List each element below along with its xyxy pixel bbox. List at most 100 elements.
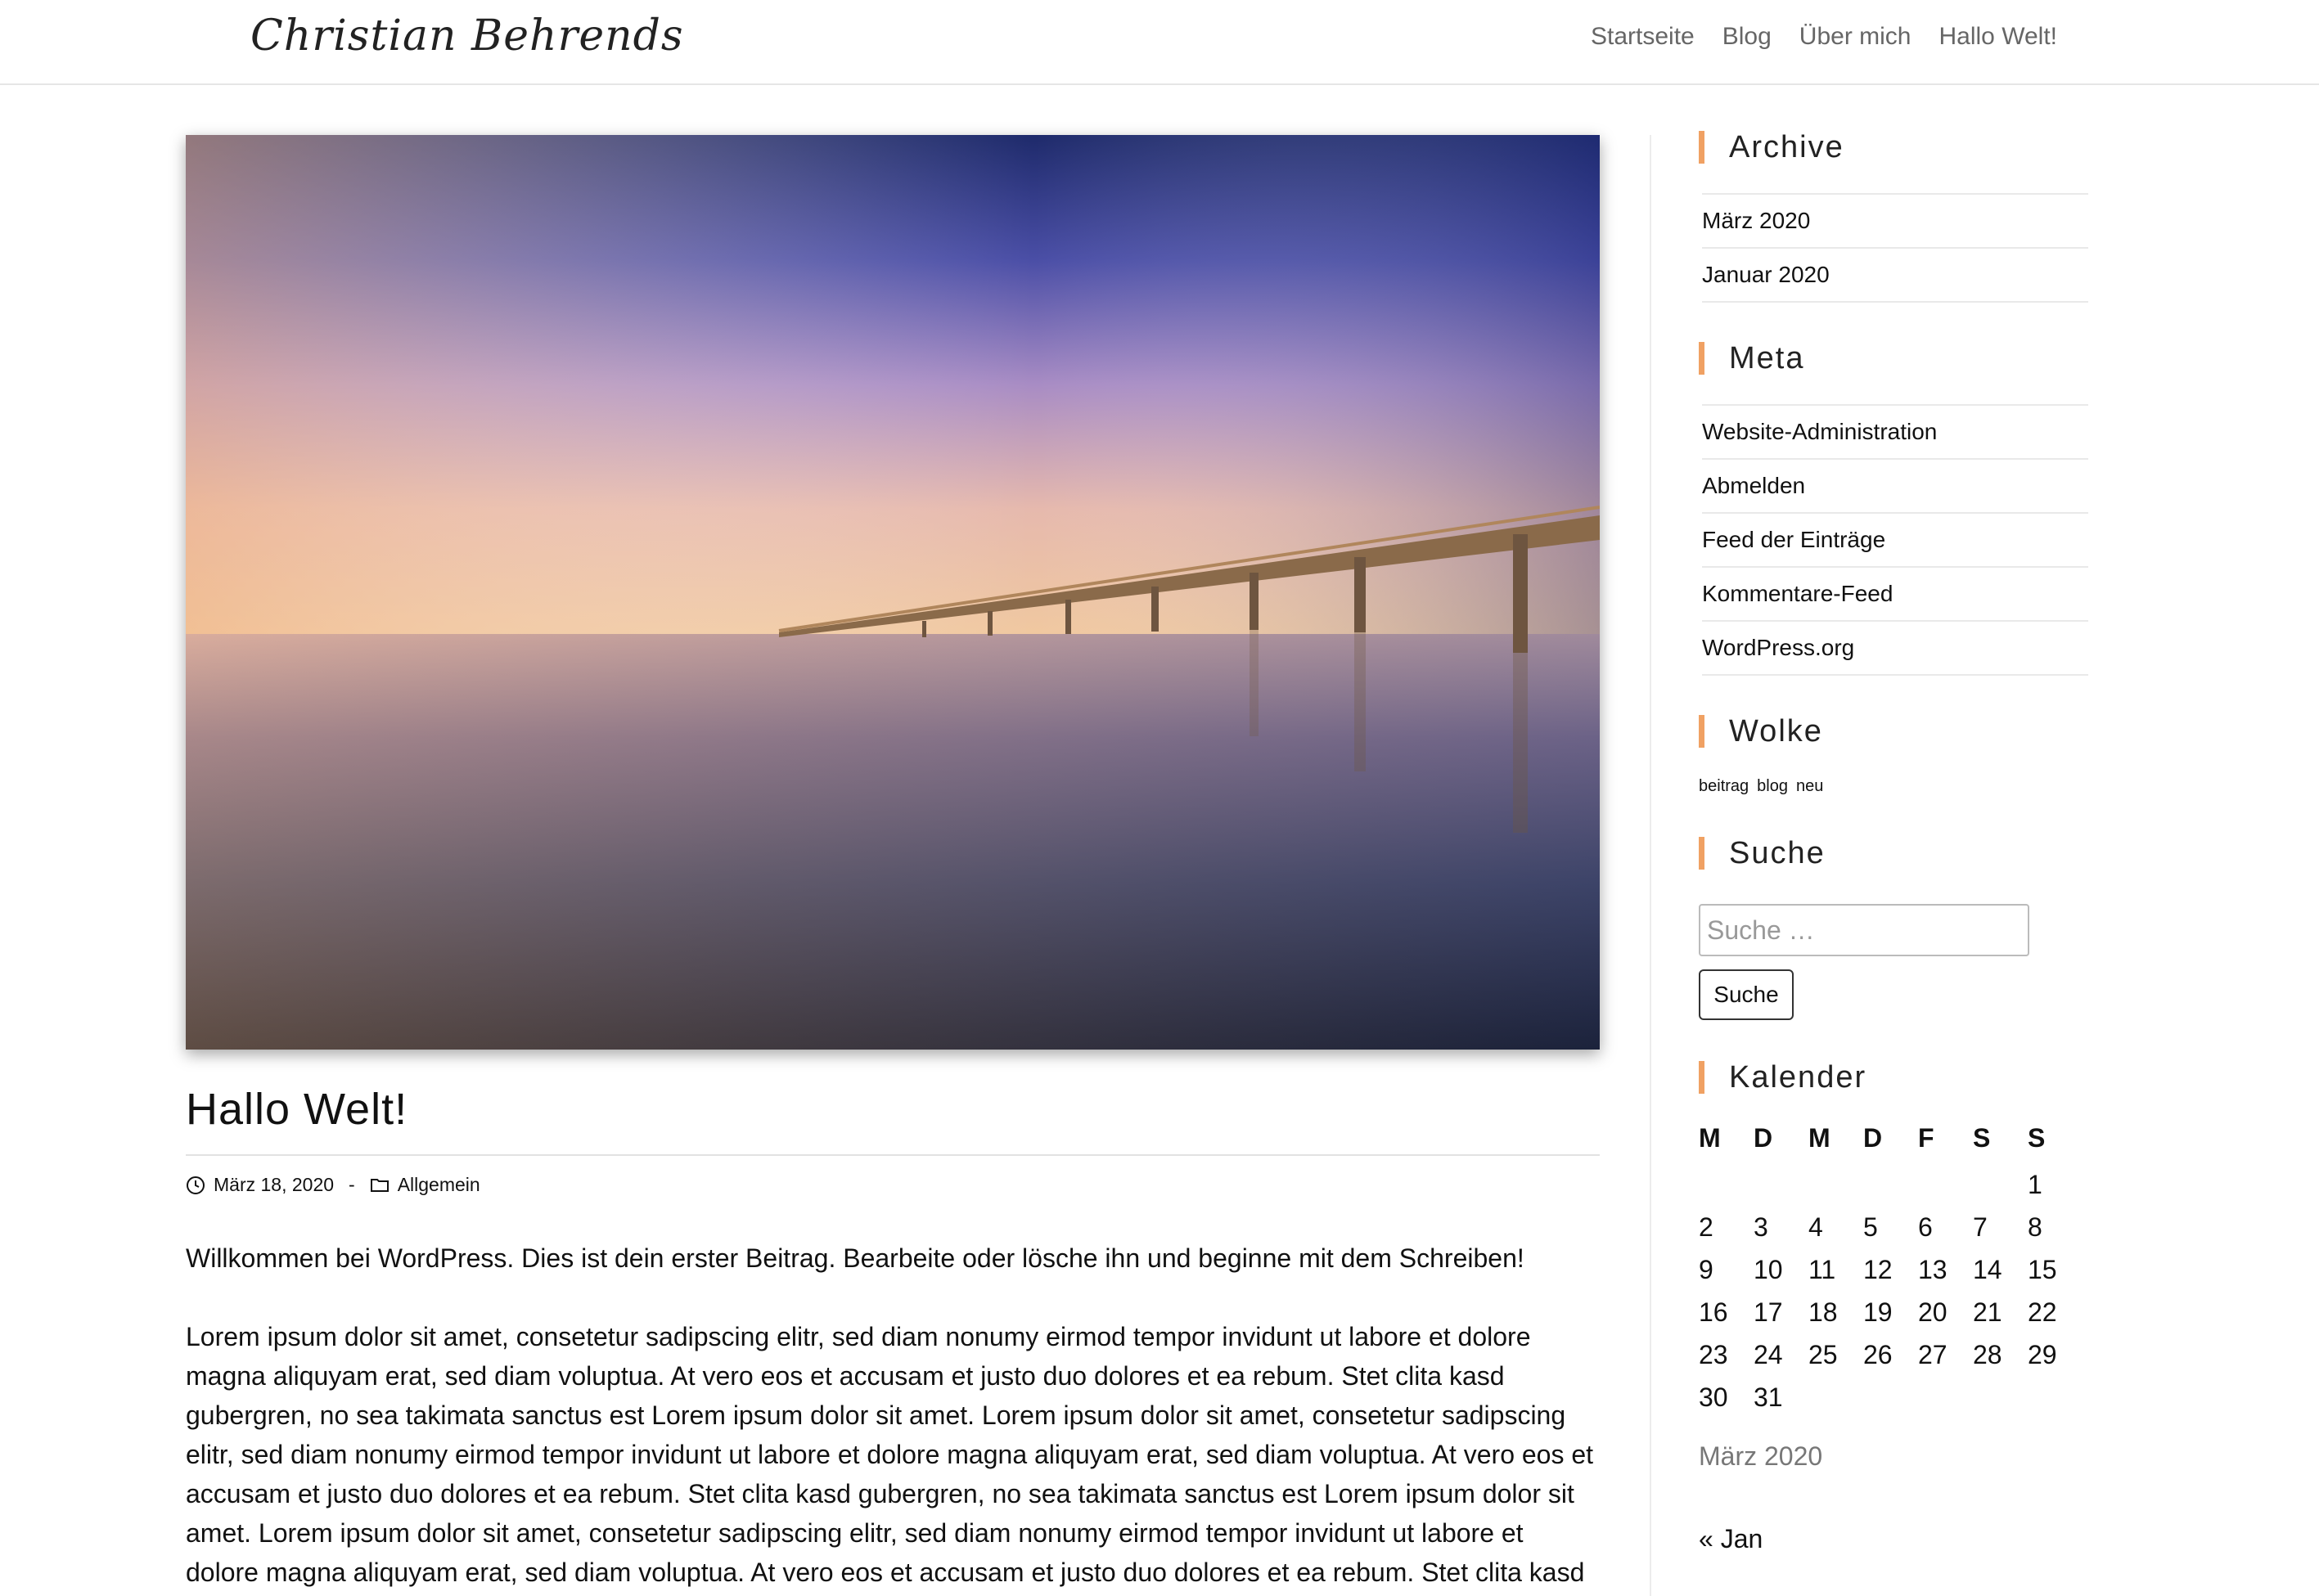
folder-icon: [370, 1178, 389, 1192]
calendar-day: 26: [1863, 1339, 1893, 1369]
calendar-day: 5: [1863, 1212, 1878, 1242]
pier-sunset-image: [186, 135, 1600, 1050]
nav-item-hallo-welt[interactable]: Hallo Welt!: [1939, 23, 2058, 51]
meta-item-entries-feed[interactable]: Feed der Einträge: [1702, 512, 2088, 566]
calendar-day: 7: [1973, 1212, 1988, 1242]
calendar-day: 30: [1699, 1382, 1728, 1412]
calendar-day: 18: [1808, 1297, 1838, 1327]
post-title: Hallo Welt!: [186, 1085, 408, 1134]
meta-separator: -: [349, 1174, 355, 1195]
calendar-day: 20: [1918, 1297, 1948, 1327]
clock-icon: [187, 1176, 205, 1194]
calendar-day: 19: [1863, 1297, 1893, 1327]
calendar-day: [1699, 1163, 1754, 1206]
calendar-day: 21: [1973, 1297, 2002, 1327]
calendar-day: [1808, 1376, 1863, 1418]
calendar-header-row: M D M D F S S: [1699, 1123, 2083, 1163]
calendar-day: [1754, 1163, 1808, 1206]
calendar-day: 28: [1973, 1339, 2002, 1369]
calendar-day: [1808, 1163, 1863, 1206]
calendar-day: 6: [1918, 1212, 1933, 1242]
meta-item-logout[interactable]: Abmelden: [1702, 458, 2088, 512]
featured-image: [186, 135, 1600, 1050]
post-body: Willkommen bei WordPress. Dies ist dein …: [186, 1239, 1600, 1592]
archive-item[interactable]: Januar 2020: [1702, 247, 2088, 303]
meta-item-wordpress-org[interactable]: WordPress.org: [1702, 620, 2088, 676]
post-category[interactable]: Allgemein: [398, 1174, 480, 1196]
calendar-prev-link[interactable]: « Jan: [1699, 1524, 2088, 1554]
calendar-day: [1863, 1163, 1918, 1206]
calendar-table: M D M D F S S 1 2 3 4 5 6 7 8 9 10 11 12…: [1699, 1123, 2083, 1418]
calendar-day: [2028, 1376, 2083, 1418]
calendar-week: 23 24 25 26 27 28 29: [1699, 1333, 2083, 1376]
calendar-day: 29: [2028, 1339, 2057, 1369]
calendar-weekday: D: [1754, 1123, 1773, 1153]
calendar-day: [1973, 1376, 2028, 1418]
calendar-day: 31: [1754, 1382, 1783, 1412]
calendar-day: 22: [2028, 1297, 2057, 1327]
calendar-day: [1973, 1163, 2028, 1206]
sidebar: Archive März 2020 Januar 2020 Meta Websi…: [1699, 131, 2088, 1554]
title-divider: [186, 1154, 1600, 1156]
main-content: Hallo Welt! März 18, 2020 - Allgemein Wi…: [186, 135, 1600, 1596]
widget-title-archive: Archive: [1699, 131, 2088, 164]
calendar-week: 9 10 11 12 13 14 15: [1699, 1248, 2083, 1291]
calendar-day: 10: [1754, 1254, 1783, 1284]
calendar-weekday: M: [1699, 1123, 1721, 1153]
post-meta: März 18, 2020 - Allgemein: [186, 1174, 1600, 1196]
calendar-day: 12: [1863, 1254, 1893, 1284]
post-paragraph: Lorem ipsum dolor sit amet, consetetur s…: [186, 1322, 1594, 1587]
widget-title-search: Suche: [1699, 837, 2088, 870]
calendar-day: 3: [1754, 1212, 1768, 1242]
main-nav: Startseite Blog Über mich Hallo Welt!: [1591, 23, 2057, 51]
search-button[interactable]: Suche: [1699, 969, 1794, 1020]
calendar-week: 16 17 18 19 20 21 22: [1699, 1291, 2083, 1333]
site-header: Christian Behrends Startseite Blog Über …: [0, 0, 2319, 85]
tag-link[interactable]: beitrag: [1699, 777, 1749, 796]
calendar-day: 15: [2028, 1254, 2057, 1284]
archive-item[interactable]: März 2020: [1702, 193, 2088, 247]
calendar-day: 14: [1973, 1254, 2002, 1284]
nav-item-blog[interactable]: Blog: [1722, 23, 1772, 51]
calendar-day: 4: [1808, 1212, 1823, 1242]
calendar-caption: März 2020: [1699, 1441, 1823, 1471]
calendar-day: 23: [1699, 1339, 1728, 1369]
search-input[interactable]: [1699, 904, 2029, 956]
tag-cloud: beitrag blog neu: [1699, 777, 2088, 796]
widget-title-cloud: Wolke: [1699, 715, 2088, 748]
post-date: März 18, 2020: [214, 1174, 335, 1195]
calendar-week: 1: [1699, 1163, 2083, 1206]
calendar-day: 24: [1754, 1339, 1783, 1369]
widget-title-calendar: Kalender: [1699, 1061, 2088, 1094]
post-paragraph: Willkommen bei WordPress. Dies ist dein …: [186, 1243, 1524, 1273]
calendar-weekday: S: [2028, 1123, 2046, 1153]
archive-list: März 2020 Januar 2020: [1702, 193, 2088, 303]
site-logo[interactable]: Christian Behrends: [250, 11, 684, 61]
calendar-weekday: M: [1808, 1123, 1830, 1153]
calendar-day: 27: [1918, 1339, 1948, 1369]
calendar-day: [1863, 1376, 1918, 1418]
widget-title-meta: Meta: [1699, 342, 2088, 375]
calendar-day: 2: [1699, 1212, 1713, 1242]
calendar-day: 8: [2028, 1212, 2042, 1242]
meta-list: Website-Administration Abmelden Feed der…: [1702, 404, 2088, 676]
nav-item-ueber-mich[interactable]: Über mich: [1799, 23, 1911, 51]
calendar-day: [1918, 1163, 1973, 1206]
calendar-day: 1: [2028, 1169, 2042, 1199]
meta-item-admin[interactable]: Website-Administration: [1702, 404, 2088, 458]
calendar-day: [1918, 1376, 1973, 1418]
calendar-day: 25: [1808, 1339, 1838, 1369]
calendar-day: 11: [1808, 1254, 1836, 1284]
calendar-weekday: D: [1863, 1123, 1883, 1153]
tag-link[interactable]: blog: [1757, 777, 1788, 796]
nav-item-startseite[interactable]: Startseite: [1591, 23, 1695, 51]
calendar-day: 16: [1699, 1297, 1728, 1327]
calendar-weekday: S: [1973, 1123, 1991, 1153]
tag-link[interactable]: neu: [1796, 777, 1823, 796]
calendar-weekday: F: [1918, 1123, 1934, 1153]
content-sidebar-divider: [1650, 135, 1651, 1596]
calendar-week: 2 3 4 5 6 7 8: [1699, 1206, 2083, 1248]
calendar-day: 9: [1699, 1254, 1713, 1284]
calendar-day: 13: [1918, 1254, 1948, 1284]
meta-item-comments-feed[interactable]: Kommentare-Feed: [1702, 566, 2088, 620]
